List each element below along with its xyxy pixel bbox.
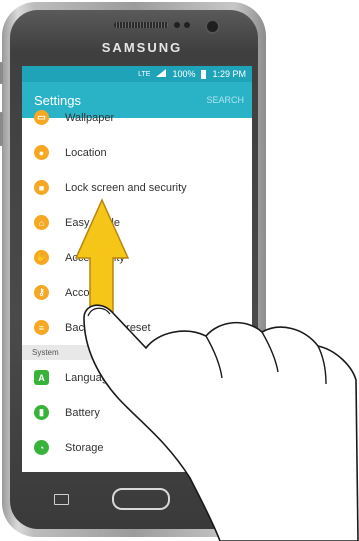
pointing-hand-icon — [83, 304, 359, 541]
swipe-up-arrow-icon — [74, 198, 130, 313]
swipe-gesture-overlay — [74, 198, 359, 541]
